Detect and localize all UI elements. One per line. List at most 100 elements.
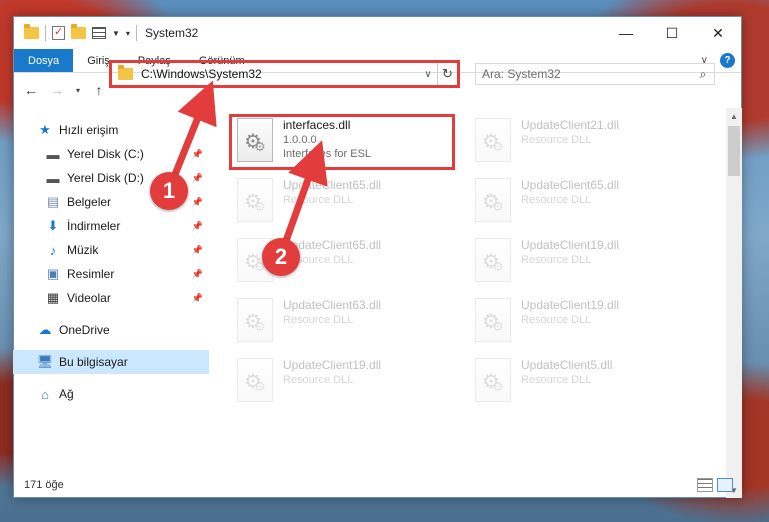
dll-file-icon xyxy=(475,358,511,402)
sidebar-item-label: Müzik xyxy=(67,243,99,257)
file-name: UpdateClient65.dll xyxy=(283,178,382,192)
dll-file-icon xyxy=(237,358,273,402)
highlight-box xyxy=(229,114,455,170)
scroll-thumb[interactable] xyxy=(728,126,740,176)
qat-dropdown-icon[interactable]: ▼ xyxy=(112,29,120,38)
network-icon: ⌂ xyxy=(41,386,49,402)
view-list-icon[interactable] xyxy=(92,27,106,39)
scroll-up-icon[interactable]: ▲ xyxy=(726,108,742,124)
search-box[interactable]: Ara: System32 ⌕ xyxy=(475,63,715,85)
file-item[interactable]: UpdateClient65.dll Resource DLL xyxy=(475,178,693,230)
explorer-body: ★ Hızlı erişim ▬ Yerel Disk (C:) 📌 ▬ Yer… xyxy=(13,108,742,498)
address-dropdown-icon[interactable]: ∨ xyxy=(419,69,437,80)
file-list-pane: interfaces.dll 1.0.0.0 Interfaces for ES… xyxy=(209,108,742,498)
search-icon[interactable]: ⌕ xyxy=(692,67,714,82)
file-item[interactable]: UpdateClient21.dll Resource DLL xyxy=(475,118,693,170)
sidebar-item-onedrive[interactable]: ☁ OneDrive xyxy=(13,318,209,342)
search-input[interactable]: Ara: System32 xyxy=(482,67,692,81)
tiles-view-icon[interactable] xyxy=(717,478,733,492)
customize-qat-icon[interactable]: ▾ xyxy=(126,29,130,38)
help-icon[interactable]: ? xyxy=(720,53,735,68)
pin-icon[interactable]: 📌 xyxy=(192,149,203,160)
title-bar: ▼ ▾ System32 — ☐ ✕ xyxy=(14,17,741,49)
toolbar-divider xyxy=(45,25,46,41)
sidebar-item-label: OneDrive xyxy=(59,323,110,337)
pin-icon[interactable]: 📌 xyxy=(192,293,203,304)
maximize-button[interactable]: ☐ xyxy=(649,17,695,49)
sidebar-item-local-disk-c[interactable]: ▬ Yerel Disk (C:) 📌 xyxy=(13,142,209,166)
sidebar-item-videos[interactable]: ▦ Videolar 📌 xyxy=(13,286,209,310)
tab-file[interactable]: Dosya xyxy=(14,49,74,72)
file-item[interactable]: UpdateClient5.dll Resource DLL xyxy=(475,358,693,410)
dll-file-icon xyxy=(475,178,511,222)
sidebar-item-music[interactable]: ♪ Müzik 📌 xyxy=(13,238,209,262)
drive-icon: ▬ xyxy=(46,170,60,186)
new-folder-icon[interactable] xyxy=(71,24,86,39)
pin-icon[interactable]: 📌 xyxy=(192,173,203,184)
dll-file-icon xyxy=(475,298,511,342)
sidebar-item-label: Hızlı erişim xyxy=(59,123,119,137)
step-1-badge: 1 xyxy=(150,172,188,210)
dll-file-icon xyxy=(475,238,511,282)
file-item[interactable]: UpdateClient19.dll Resource DLL xyxy=(475,298,693,350)
dll-file-icon xyxy=(237,298,273,342)
address-bar[interactable]: C:\Windows\System32 ∨ ↻ xyxy=(109,60,460,88)
sidebar-item-label: İndirmeler xyxy=(67,219,121,233)
sidebar-item-label: Ağ xyxy=(59,387,74,401)
step-2-badge: 2 xyxy=(262,238,300,276)
forward-button[interactable]: → xyxy=(46,79,68,101)
file-name: UpdateClient65.dll xyxy=(521,178,620,192)
file-name: UpdateClient63.dll xyxy=(283,298,382,312)
pin-icon[interactable]: 📌 xyxy=(192,269,203,280)
sidebar-item-label: Yerel Disk (C:) xyxy=(67,147,144,161)
file-name: UpdateClient5.dll xyxy=(521,358,613,372)
sidebar-item-label: Videolar xyxy=(67,291,111,305)
computer-icon: 🖥 xyxy=(36,354,54,369)
file-item[interactable]: UpdateClient19.dll Resource DLL xyxy=(475,238,693,290)
pin-icon[interactable]: 📌 xyxy=(192,245,203,256)
details-view-icon[interactable] xyxy=(697,478,713,492)
sidebar-item-this-pc[interactable]: 🖥 Bu bilgisayar xyxy=(13,350,209,374)
sidebar-item-downloads[interactable]: ⬇ İndirmeler 📌 xyxy=(13,214,209,238)
folder-icon xyxy=(24,24,39,39)
cloud-icon: ☁ xyxy=(38,322,52,337)
file-name: UpdateClient21.dll xyxy=(521,118,620,132)
window-title: System32 xyxy=(144,26,199,40)
minimize-button[interactable]: — xyxy=(603,17,649,49)
sidebar-item-network[interactable]: ⌂ Ağ xyxy=(13,382,209,406)
up-button[interactable]: ↑ xyxy=(88,79,110,101)
file-description: Resource DLL xyxy=(521,314,592,326)
sidebar-item-pictures[interactable]: ▣ Resimler 📌 xyxy=(13,262,209,286)
file-item[interactable]: UpdateClient63.dll Resource DLL xyxy=(237,298,455,350)
sidebar-item-label: Resimler xyxy=(67,267,115,281)
pin-icon[interactable]: 📌 xyxy=(192,221,203,232)
file-name: UpdateClient19.dll xyxy=(521,238,620,252)
recent-locations-icon[interactable]: ▾ xyxy=(72,79,84,101)
back-button[interactable]: ← xyxy=(20,79,42,101)
star-icon: ★ xyxy=(39,122,51,137)
pin-icon[interactable]: 📌 xyxy=(192,197,203,208)
navigation-pane: ★ Hızlı erişim ▬ Yerel Disk (C:) 📌 ▬ Yer… xyxy=(13,108,209,498)
dll-file-icon xyxy=(475,118,511,162)
sidebar-item-label: Bu bilgisayar xyxy=(59,355,128,369)
drive-icon: ▬ xyxy=(46,146,60,162)
status-bar: 171 öğe xyxy=(14,472,741,498)
refresh-icon[interactable]: ↻ xyxy=(437,63,457,85)
file-description: Resource DLL xyxy=(283,374,354,386)
address-path[interactable]: C:\Windows\System32 xyxy=(141,67,419,81)
file-item[interactable]: UpdateClient65.dll Resource DLL xyxy=(237,178,455,230)
dll-file-icon xyxy=(237,178,273,222)
vertical-scrollbar[interactable]: ▲ ▼ xyxy=(726,108,742,498)
quick-access-toolbar: ▼ ▾ xyxy=(14,24,137,41)
documents-icon: ▤ xyxy=(46,194,60,209)
downloads-icon: ⬇ xyxy=(47,218,59,233)
close-button[interactable]: ✕ xyxy=(695,17,741,49)
properties-icon[interactable] xyxy=(52,25,65,40)
pictures-icon: ▣ xyxy=(46,266,60,281)
file-description: Resource DLL xyxy=(521,254,592,266)
sidebar-item-quick-access[interactable]: ★ Hızlı erişim xyxy=(13,118,209,142)
file-item[interactable]: UpdateClient19.dll Resource DLL xyxy=(237,358,455,410)
file-description: Resource DLL xyxy=(521,134,592,146)
toolbar-divider xyxy=(135,25,137,41)
file-description: Resource DLL xyxy=(283,314,354,326)
